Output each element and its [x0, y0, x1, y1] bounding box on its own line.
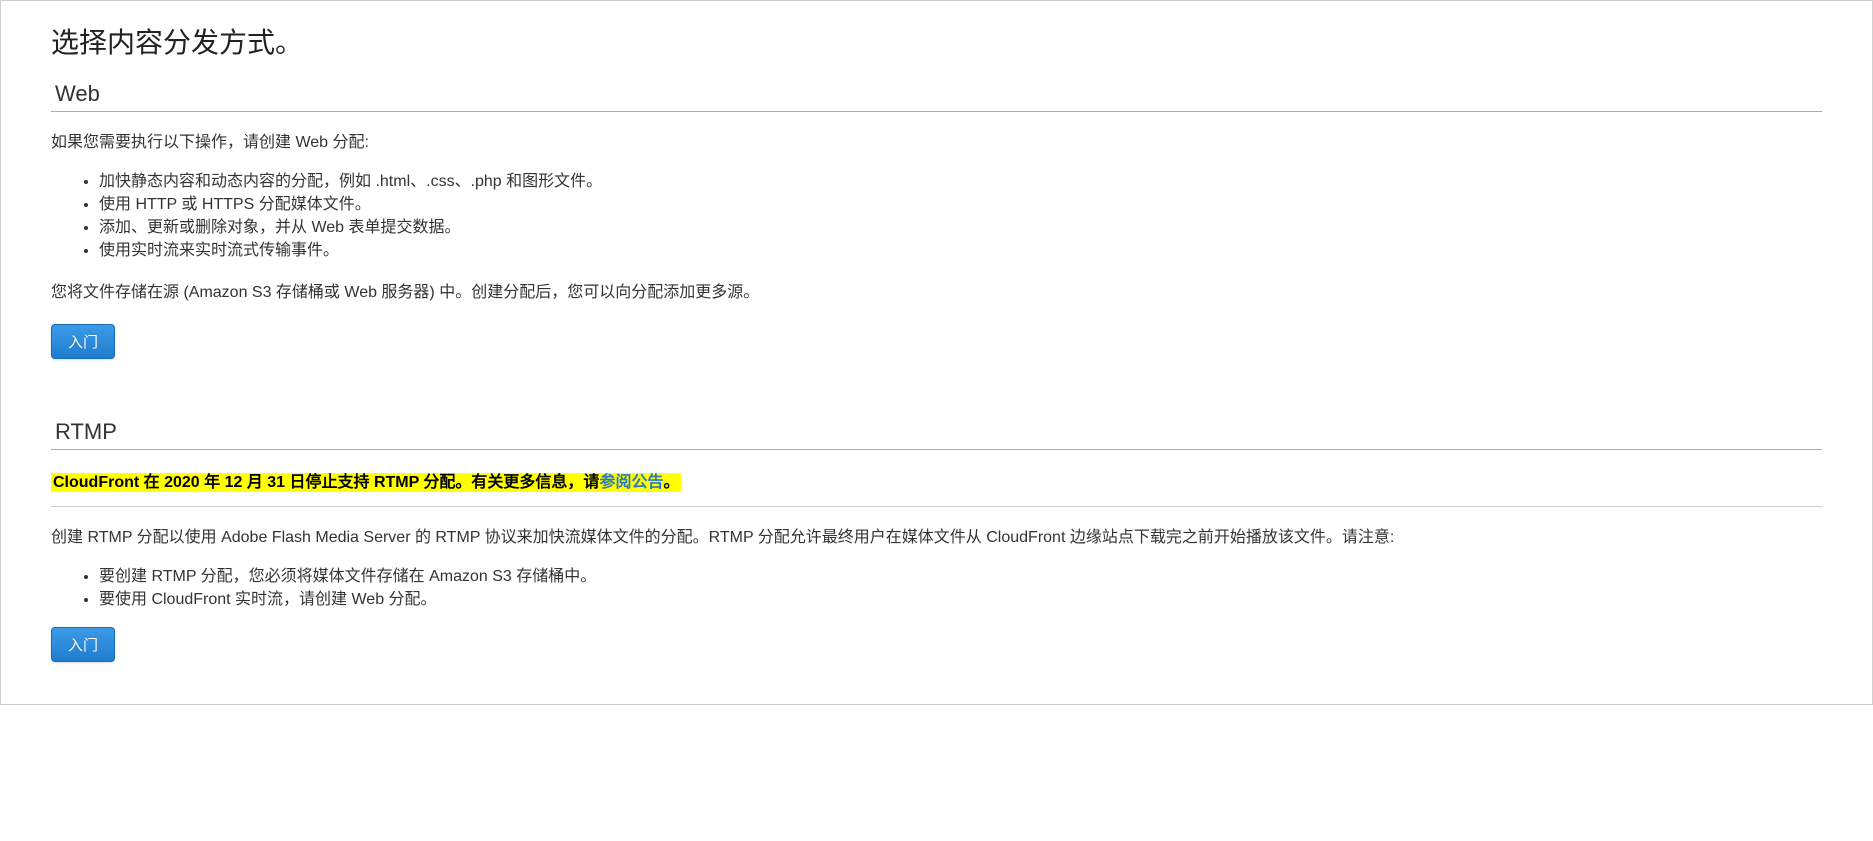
divider [51, 449, 1822, 450]
main-panel: 选择内容分发方式。 Web 如果您需要执行以下操作，请创建 Web 分配: 加快… [0, 0, 1873, 705]
web-feature-list: 加快静态内容和动态内容的分配，例如 .html、.css、.php 和图形文件。… [51, 170, 1822, 263]
rtmp-notice-highlight: CloudFront 在 2020 年 12 月 31 日停止支持 RTMP 分… [51, 473, 681, 492]
section-gap [51, 359, 1822, 409]
divider [51, 506, 1822, 507]
rtmp-section-header: RTMP [51, 419, 1822, 445]
rtmp-notice-link[interactable]: 参阅公告 [599, 474, 663, 491]
rtmp-notice-post: 。 [663, 474, 679, 491]
rtmp-feature-list: 要创建 RTMP 分配，您必须将媒体文件存储在 Amazon S3 存储桶中。 … [51, 565, 1822, 611]
web-storage-note: 您将文件存储在源 (Amazon S3 存储桶或 Web 服务器) 中。创建分配… [51, 278, 1822, 302]
rtmp-section: RTMP CloudFront 在 2020 年 12 月 31 日停止支持 R… [51, 419, 1822, 662]
list-item: 添加、更新或删除对象，并从 Web 表单提交数据。 [99, 216, 1822, 239]
rtmp-get-started-button[interactable]: 入门 [51, 627, 115, 662]
web-section-header: Web [51, 81, 1822, 107]
list-item: 要使用 CloudFront 实时流，请创建 Web 分配。 [99, 588, 1822, 611]
list-item: 使用 HTTP 或 HTTPS 分配媒体文件。 [99, 193, 1822, 216]
rtmp-notice-pre: CloudFront 在 2020 年 12 月 31 日停止支持 RTMP 分… [53, 474, 599, 491]
list-item: 使用实时流来实时流式传输事件。 [99, 239, 1822, 262]
rtmp-deprecation-notice: CloudFront 在 2020 年 12 月 31 日停止支持 RTMP 分… [51, 468, 1822, 492]
rtmp-intro-text: 创建 RTMP 分配以使用 Adobe Flash Media Server 的… [51, 525, 1822, 551]
page-title: 选择内容分发方式。 [51, 21, 1822, 61]
list-item: 加快静态内容和动态内容的分配，例如 .html、.css、.php 和图形文件。 [99, 170, 1822, 193]
list-item: 要创建 RTMP 分配，您必须将媒体文件存储在 Amazon S3 存储桶中。 [99, 565, 1822, 588]
web-section: Web 如果您需要执行以下操作，请创建 Web 分配: 加快静态内容和动态内容的… [51, 81, 1822, 359]
divider [51, 111, 1822, 112]
web-intro-text: 如果您需要执行以下操作，请创建 Web 分配: [51, 130, 1822, 156]
web-get-started-button[interactable]: 入门 [51, 324, 115, 359]
